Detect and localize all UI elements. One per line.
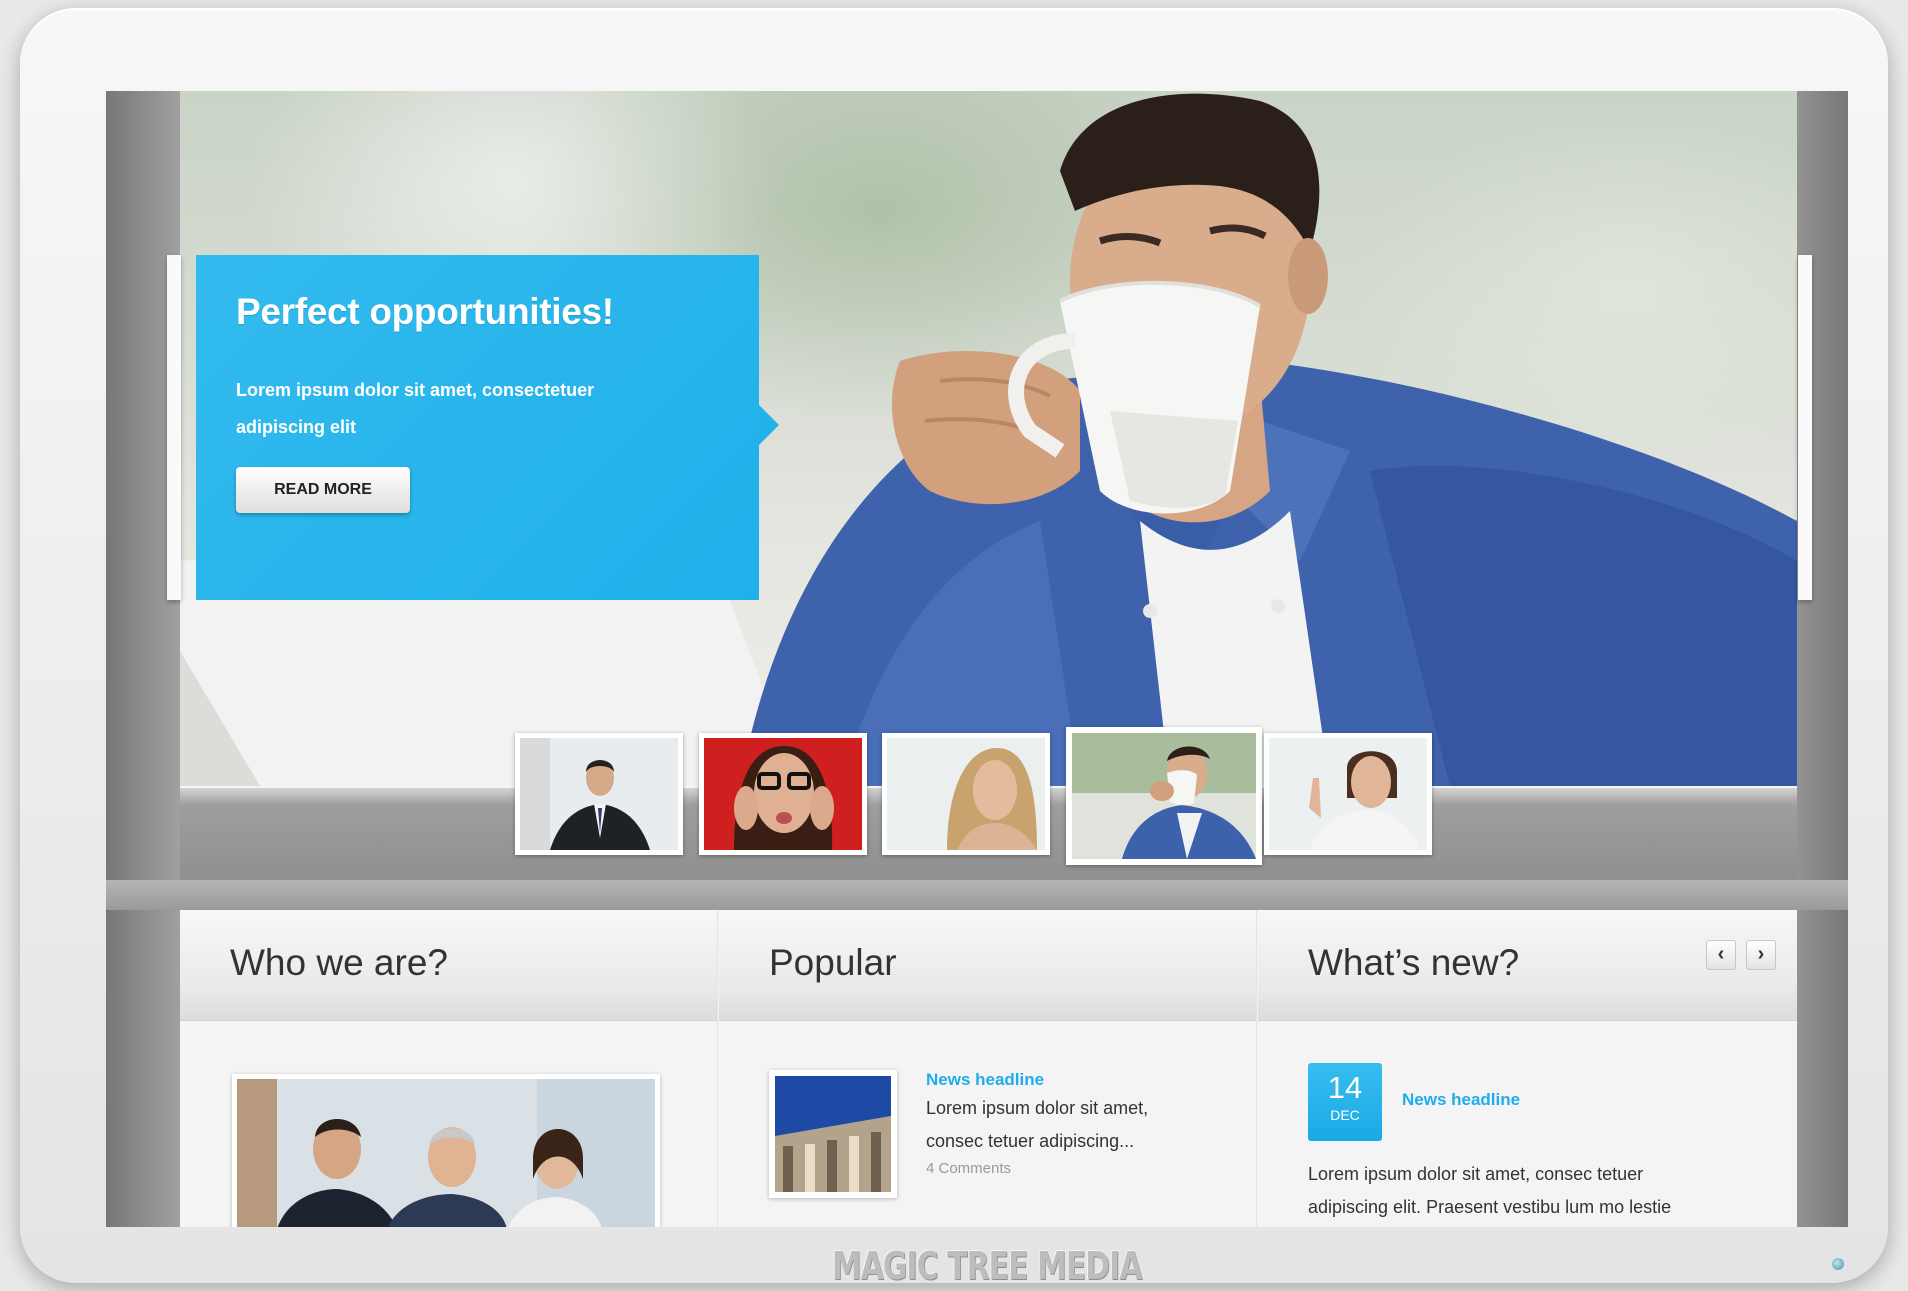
news-thumbnail[interactable] (769, 1070, 897, 1198)
date-month: DEC (1330, 1107, 1360, 1123)
next-arrow-button[interactable]: › (1746, 940, 1776, 970)
whats-new-text-line1: Lorem ipsum dolor sit amet, consec tetue… (1308, 1164, 1644, 1184)
man-coffee-image (1072, 733, 1256, 859)
prev-arrow-button[interactable]: ‹ (1706, 940, 1736, 970)
whats-new-headline-link[interactable]: News headline (1402, 1090, 1520, 1110)
team-photo-frame (232, 1074, 660, 1227)
team-photo (237, 1079, 655, 1227)
column-who-we-are: Who we are? (180, 910, 717, 1227)
slider-thumbnail-3[interactable] (882, 733, 1050, 855)
tablet-device: Perfect opportunities! Lorem ipsum dolor… (20, 8, 1888, 1288)
column-whats-new: What’s new? ‹ › 14 DEC News headline Lor… (1258, 910, 1797, 1227)
slider-thumbnail-5[interactable] (1264, 733, 1432, 855)
whats-new-text-line2: adipiscing elit. Praesent vestibu lum mo… (1308, 1197, 1672, 1217)
popular-news-headline-link[interactable]: News headline (926, 1070, 1044, 1089)
slider-next-tab[interactable] (1798, 255, 1812, 600)
slide-caption-box: Perfect opportunities! Lorem ipsum dolor… (196, 255, 779, 600)
slider-thumbnail-4[interactable] (1066, 727, 1262, 865)
camera-icon (1832, 1258, 1844, 1270)
column-popular: Popular News headline Lorem ipsum dolor … (719, 910, 1256, 1227)
slider-thumbnail-1[interactable] (515, 733, 683, 855)
whats-new-title: What’s new? (1308, 942, 1520, 983)
slide-description: Lorem ipsum dolor sit amet, consectetuer… (236, 380, 595, 437)
who-we-are-title: Who we are? (230, 942, 448, 983)
content-panel: Who we are? Popular News headline Lorem … (180, 910, 1797, 1227)
blonde-woman-image (887, 738, 1045, 850)
businessman-image (520, 738, 678, 850)
screen: Perfect opportunities! Lorem ipsum dolor… (106, 91, 1848, 1227)
popular-news-text-line2: consec tetuer adipiscing... (926, 1131, 1135, 1151)
woman-glasses-image (704, 738, 862, 850)
slider-thumbnail-2[interactable] (699, 733, 867, 855)
watermark-text: MAGIC TREE MEDIA (832, 1244, 1142, 1288)
comments-count[interactable]: 4 Comments (926, 1160, 1226, 1177)
woman-pointing-image (1269, 738, 1427, 850)
popular-news-text-line1: Lorem ipsum dolor sit amet, (926, 1098, 1149, 1118)
slider-prev-tab[interactable] (167, 255, 181, 600)
date-badge: 14 DEC (1308, 1063, 1382, 1141)
read-more-button[interactable]: READ MORE (236, 467, 410, 513)
popular-title: Popular (769, 942, 897, 983)
slide-title: Perfect opportunities! (236, 291, 614, 332)
building-columns-image (775, 1076, 891, 1192)
date-day: 14 (1327, 1070, 1363, 1105)
popular-news-item: News headline Lorem ipsum dolor sit amet… (926, 1070, 1226, 1177)
